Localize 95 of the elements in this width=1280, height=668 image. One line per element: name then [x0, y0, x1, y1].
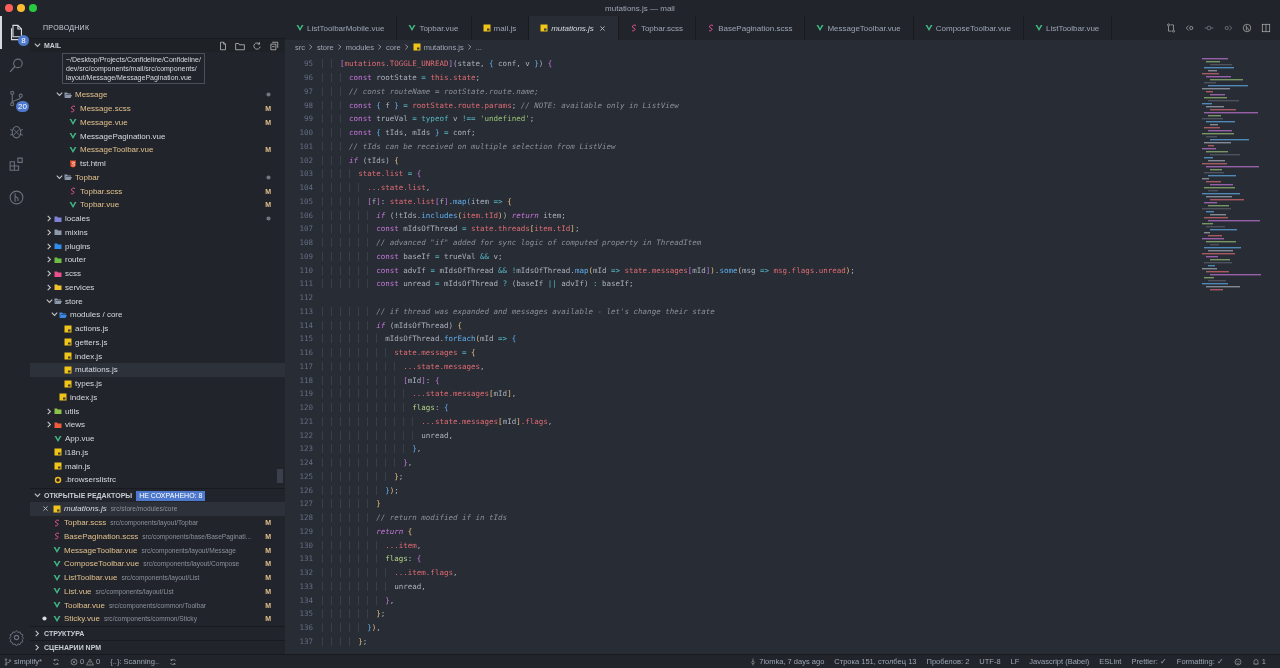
- editor-tab[interactable]: Topbar.vue: [397, 16, 472, 40]
- editor-tab[interactable]: Topbar.scss: [618, 16, 697, 40]
- vue-file-icon: [54, 434, 62, 443]
- js-file-icon: [64, 352, 72, 361]
- tree-item[interactable]: actions.js: [30, 321, 285, 336]
- close-icon[interactable]: [598, 24, 606, 32]
- commit-icon: [749, 657, 758, 666]
- sync-icon[interactable]: [169, 657, 178, 666]
- scss-file-icon: [69, 104, 77, 113]
- sync-icon[interactable]: [51, 657, 60, 666]
- new-file-icon[interactable]: [218, 40, 228, 51]
- chevron-icon: [465, 43, 474, 51]
- close-button[interactable]: [5, 4, 13, 12]
- zoom-button[interactable]: [29, 4, 37, 12]
- chevron-icon: [335, 43, 344, 51]
- compare-changes-icon[interactable]: [1166, 23, 1176, 33]
- back-arrow-icon[interactable]: [1185, 23, 1195, 33]
- js-file-icon: [54, 448, 62, 457]
- tree-item[interactable]: mutations.js: [30, 363, 285, 377]
- tree-item[interactable]: .browserslistrc: [30, 473, 285, 487]
- count-badge: 20: [16, 101, 29, 112]
- vue-file-icon: [69, 200, 77, 209]
- editor-tab[interactable]: BasePagination.scss: [696, 16, 806, 40]
- js-file-icon: [53, 504, 61, 513]
- window-title: mutations.js — mail: [605, 3, 675, 13]
- tree-item[interactable]: store: [30, 294, 285, 308]
- js-file-icon: [540, 24, 549, 32]
- js-file-icon: [64, 379, 72, 388]
- vue-file-icon: [296, 24, 304, 32]
- source-control-icon: [7, 90, 25, 107]
- js-file-icon: [64, 365, 72, 374]
- js-file-icon: [64, 324, 72, 333]
- editor-tab[interactable]: ListToolbar.vue: [1023, 16, 1113, 40]
- chevron-icon: [307, 43, 315, 51]
- tree-item[interactable]: services: [30, 280, 285, 295]
- extensions-icon: [7, 156, 25, 173]
- tree-item[interactable]: main.js: [30, 459, 285, 473]
- new-folder-icon[interactable]: [235, 40, 245, 51]
- tree-item[interactable]: index.js: [30, 390, 285, 405]
- settings-icon[interactable]: [7, 628, 25, 646]
- tree-item[interactable]: utils: [30, 404, 285, 418]
- tree-item[interactable]: views: [30, 418, 285, 432]
- js-file-icon: [412, 43, 421, 51]
- js-file-icon: [54, 462, 62, 471]
- search-icon: [7, 57, 25, 74]
- editor-tab[interactable]: MessageToolbar.vue: [805, 16, 914, 40]
- editor-tab[interactable]: ComposeToolbar.vue: [913, 16, 1024, 40]
- js-file-icon: [482, 24, 491, 32]
- minimize-button[interactable]: [17, 4, 25, 12]
- close-icon[interactable]: [42, 505, 49, 513]
- refresh-icon[interactable]: [252, 40, 262, 51]
- vue-file-icon: [408, 24, 417, 32]
- tree-item[interactable]: modules / core: [30, 308, 285, 322]
- ring-file-icon: [54, 475, 62, 484]
- tree-item[interactable]: App.vue: [30, 431, 285, 446]
- tree-item[interactable]: getters.js: [30, 335, 285, 350]
- git-circle-icon: [7, 189, 25, 206]
- branch-icon: [4, 657, 12, 666]
- vue-file-icon: [816, 24, 825, 32]
- warning-icon: [86, 657, 95, 666]
- scss-file-icon: [69, 187, 77, 196]
- tree-item[interactable]: Message: [30, 88, 285, 102]
- tree-item[interactable]: mixins: [30, 225, 285, 240]
- vue-file-icon: [924, 24, 933, 32]
- tree-item[interactable]: types.js: [30, 376, 285, 391]
- bell-icon: [1251, 657, 1260, 666]
- tree-item[interactable]: router: [30, 253, 285, 267]
- scm-activity-button[interactable]: 20: [0, 82, 30, 115]
- forward-arrow-icon[interactable]: [1223, 23, 1233, 33]
- bug-icon: [7, 123, 25, 140]
- js-file-icon: [59, 393, 67, 402]
- scss-file-icon: [707, 24, 716, 32]
- scss-file-icon: [629, 24, 638, 32]
- split-editor-icon[interactable]: [1261, 23, 1271, 33]
- tree-item[interactable]: scss: [30, 266, 285, 281]
- editor-tab[interactable]: ListToolbarMobile.vue: [285, 16, 398, 40]
- tree-item[interactable]: tst.html: [30, 156, 285, 171]
- collapse-all-icon[interactable]: [269, 40, 279, 51]
- commit-icon[interactable]: [1204, 23, 1214, 33]
- smiley-icon[interactable]: [1233, 657, 1242, 666]
- editor-tab[interactable]: mutations.js: [529, 16, 619, 40]
- js-file-icon: [64, 338, 72, 347]
- scrollbar-thumb[interactable]: [277, 469, 283, 483]
- git-circle-icon[interactable]: [1242, 23, 1252, 33]
- html-file-icon: [69, 159, 77, 168]
- vue-file-icon: [1034, 24, 1043, 32]
- chevron-icon: [402, 43, 411, 51]
- tree-item[interactable]: Topbar: [30, 170, 285, 185]
- tree-item[interactable]: MessagePagination.vue: [30, 129, 285, 143]
- error-icon: [69, 657, 78, 666]
- tree-item[interactable]: index.js: [30, 349, 285, 363]
- tree-item[interactable]: locales: [30, 211, 285, 226]
- tree-item[interactable]: i18n.js: [30, 445, 285, 460]
- tree-item[interactable]: plugins: [30, 239, 285, 253]
- count-badge: 8: [18, 35, 29, 46]
